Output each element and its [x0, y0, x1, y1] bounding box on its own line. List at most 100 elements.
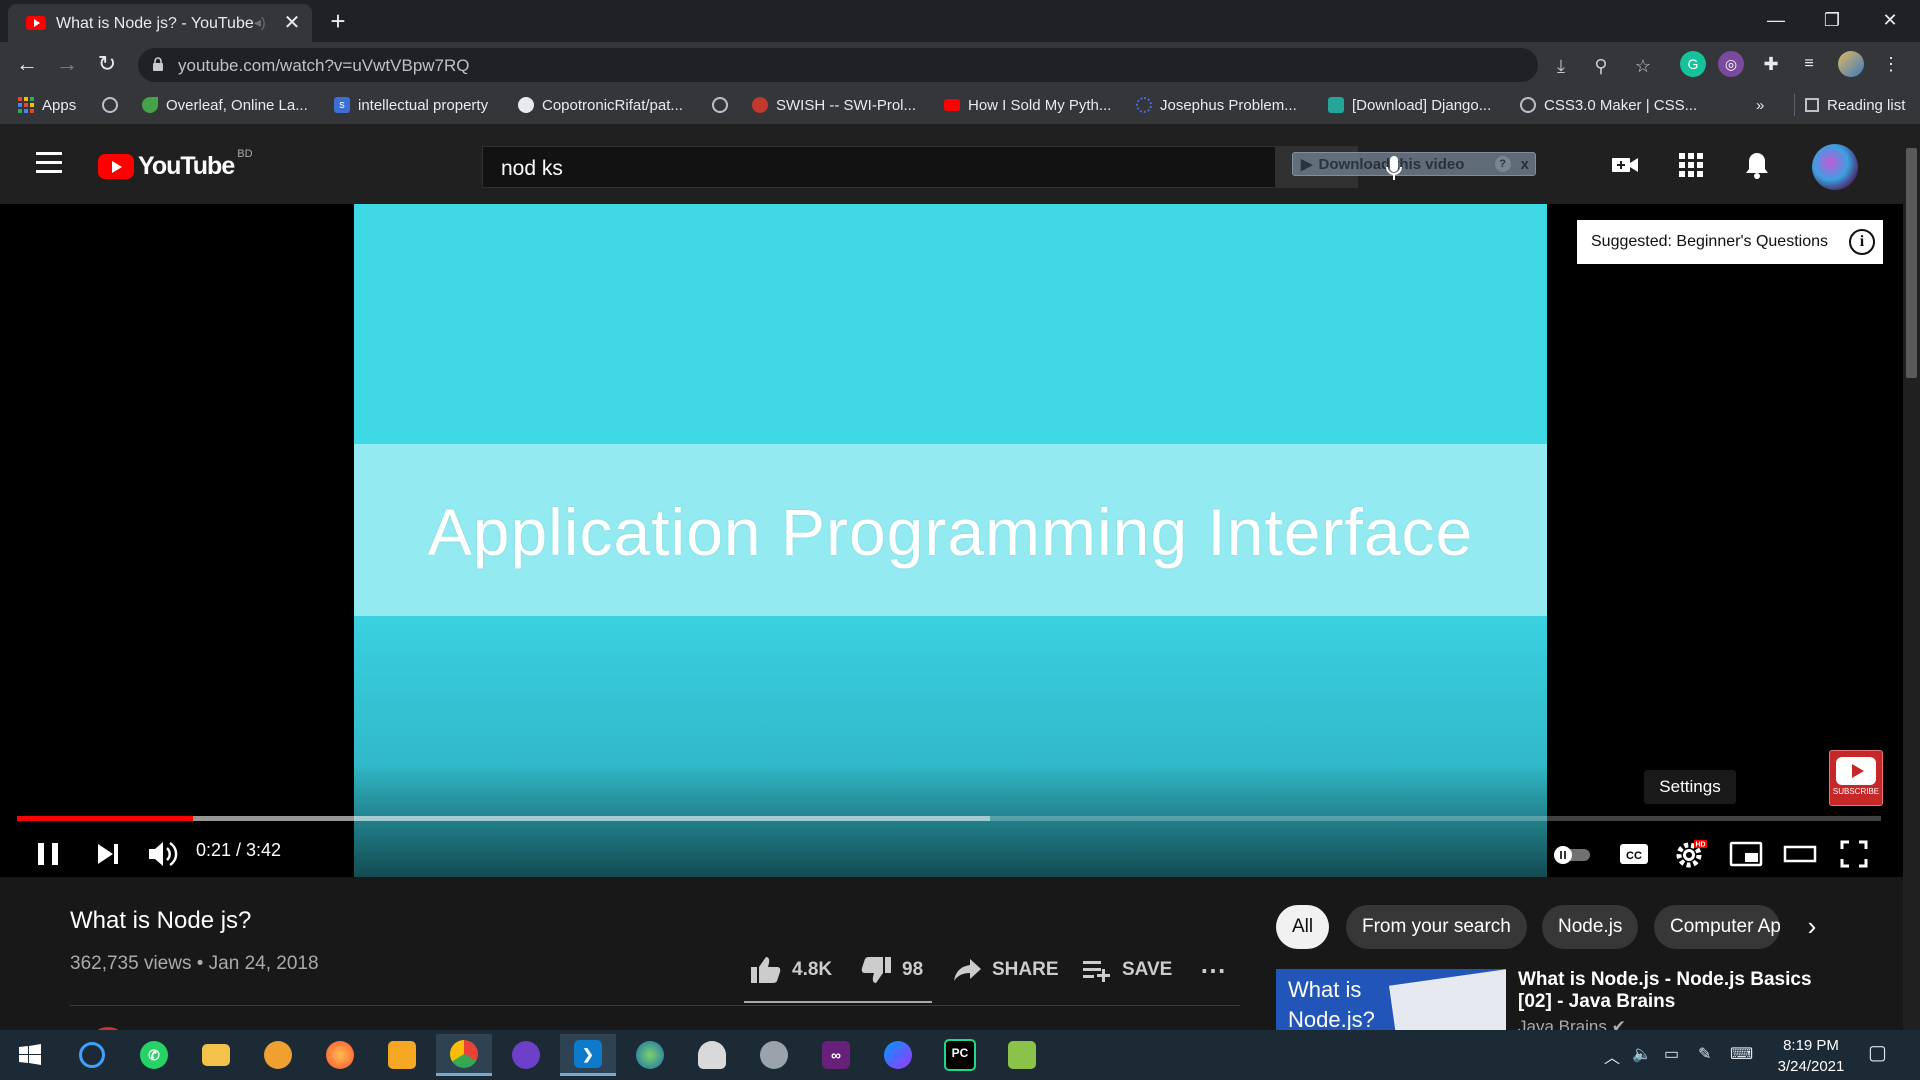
pen-icon[interactable]: ✎ [1698, 1044, 1711, 1064]
save-button[interactable]: SAVE [1082, 953, 1172, 987]
taskbar-app-12[interactable] [746, 1034, 802, 1076]
hamburger-menu-icon[interactable] [36, 152, 62, 174]
taskbar-chrome[interactable] [436, 1034, 492, 1076]
search-input[interactable] [499, 156, 1203, 182]
dislike-button[interactable]: 98 [860, 953, 923, 987]
taskbar-app-6[interactable] [374, 1034, 430, 1076]
bookmark-globe-2[interactable] [712, 94, 728, 116]
bookmark-swish[interactable]: SWISH -- SWI-Prol... [752, 94, 916, 116]
grammarly-extension-icon[interactable]: G [1680, 51, 1706, 77]
time-display: 0:21 / 3:42 [196, 840, 282, 860]
more-actions-icon[interactable]: ⋯ [1200, 953, 1226, 987]
restore-button[interactable]: ❐ [1804, 2, 1860, 38]
help-icon[interactable]: ? [1494, 156, 1511, 172]
bookmark-overleaf[interactable]: Overleaf, Online La... [142, 94, 308, 116]
extensions-puzzle-icon[interactable]: ✚ [1758, 51, 1784, 77]
volume-icon[interactable] [142, 834, 182, 874]
install-icon[interactable]: ⤓ [1550, 56, 1572, 76]
notifications-icon[interactable]: ▢ [1868, 1040, 1887, 1065]
info-icon[interactable]: i [1849, 229, 1875, 255]
tab-audio-icon[interactable]: ◂) [254, 14, 266, 31]
recommended-video-title[interactable]: What is Node.js - Node.js Basics [02] - … [1518, 969, 1818, 1013]
next-video-icon[interactable] [88, 834, 128, 874]
taskbar-app-1[interactable] [64, 1034, 120, 1076]
taskbar-app-10[interactable] [622, 1034, 678, 1076]
bookmark-css-maker[interactable]: CSS3.0 Maker | CSS... [1520, 94, 1697, 116]
more-bookmarks-button[interactable]: » [1756, 94, 1764, 116]
chip-computer-applications[interactable]: Computer Ap [1654, 905, 1780, 949]
bookmark-intellectual-property[interactable]: s intellectual property [334, 94, 488, 116]
extension-icon[interactable]: ◎ [1718, 51, 1744, 77]
scrollbar-thumb[interactable] [1906, 148, 1917, 378]
progress-bar[interactable] [17, 816, 1881, 821]
account-avatar[interactable] [1812, 144, 1858, 190]
reading-list-button[interactable]: Reading list [1794, 94, 1905, 116]
like-button[interactable]: 4.8K [750, 953, 832, 987]
recommended-thumbnail[interactable]: What is Node.js? [1276, 969, 1506, 1030]
chrome-menu-icon[interactable]: ⋮ [1878, 51, 1904, 77]
system-clock[interactable]: 8:19 PM 3/24/2021 [1766, 1035, 1856, 1077]
bookmark-josephus[interactable]: Josephus Problem... [1136, 94, 1297, 116]
chip-from-your-search[interactable]: From your search [1346, 905, 1527, 949]
subscribe-watermark[interactable]: SUBSCRIBE [1829, 750, 1883, 806]
zoom-icon[interactable]: ⚲ [1590, 56, 1612, 76]
profile-avatar[interactable] [1838, 51, 1864, 77]
taskbar-app-4[interactable] [250, 1034, 306, 1076]
video-frame[interactable]: Application Programming Interface [354, 204, 1547, 877]
bookmark-youtube-video[interactable]: How I Sold My Pyth... [944, 94, 1111, 116]
video-player[interactable]: Application Programming Interface Sugges… [0, 204, 1920, 877]
taskbar-visual-studio[interactable]: ∞ [808, 1034, 864, 1076]
apps-grid-icon[interactable] [1676, 150, 1706, 180]
back-button[interactable]: ← [12, 49, 42, 79]
autoplay-toggle[interactable] [1552, 834, 1592, 874]
minimize-button[interactable]: — [1748, 2, 1804, 38]
page-scrollbar[interactable] [1903, 124, 1920, 1030]
suggested-card[interactable]: Suggested: Beginner's Questions i [1577, 220, 1883, 264]
notifications-bell-icon[interactable] [1742, 150, 1772, 180]
create-video-icon[interactable] [1610, 150, 1640, 180]
bookmark-star-icon[interactable]: ☆ [1632, 56, 1654, 76]
close-overlay-icon[interactable]: x [1521, 156, 1529, 173]
reload-button[interactable]: ↻ [92, 49, 122, 79]
taskbar-firefox[interactable] [312, 1034, 368, 1076]
taskbar-file-explorer[interactable] [188, 1034, 244, 1076]
bookmark-django[interactable]: [Download] Django... [1328, 94, 1491, 116]
microphone-icon[interactable] [1386, 154, 1402, 182]
address-bar[interactable]: youtube.com/watch?v=uVwtVBpw7RQ ⤓ ⚲ ☆ [138, 48, 1651, 82]
bookmark-label: Overleaf, Online La... [166, 96, 308, 114]
keyboard-icon[interactable]: ⌨ [1730, 1044, 1753, 1064]
chip-nodejs[interactable]: Node.js [1542, 905, 1639, 949]
forward-button[interactable]: → [52, 49, 82, 79]
chevron-right-icon[interactable]: › [1790, 905, 1834, 949]
bookmark-github[interactable]: CopotronicRifat/pat... [518, 94, 683, 116]
start-button[interactable] [2, 1034, 58, 1076]
taskbar-app-16[interactable] [994, 1034, 1050, 1076]
new-tab-button[interactable]: + [324, 8, 352, 36]
youtube-logo[interactable]: YouTube BD [98, 148, 253, 181]
bookmark-globe[interactable] [102, 94, 118, 116]
network-icon[interactable]: ▭ [1664, 1044, 1679, 1064]
close-window-button[interactable]: ✕ [1862, 2, 1918, 38]
show-hidden-icons-chevron-icon[interactable]: ︿ [1604, 1044, 1620, 1068]
taskbar-whatsapp[interactable]: ✆ [126, 1034, 182, 1076]
recommended-channel[interactable]: Java Brains ✔ [1518, 1017, 1626, 1030]
share-button[interactable]: SHARE [952, 953, 1059, 987]
speaker-icon[interactable]: 🔈 [1632, 1044, 1652, 1064]
theater-mode-icon[interactable] [1780, 834, 1820, 874]
media-control-icon[interactable]: ≡ [1796, 51, 1822, 77]
closed-captions-icon[interactable]: CC [1614, 834, 1654, 874]
fullscreen-icon[interactable] [1834, 834, 1874, 874]
settings-gear-icon[interactable]: HD [1670, 834, 1710, 874]
taskbar-github-desktop[interactable] [498, 1034, 554, 1076]
taskbar-vscode[interactable]: ❯ [560, 1034, 616, 1076]
pause-icon[interactable] [28, 834, 68, 874]
browser-tab[interactable]: What is Node js? - YouTube ◂) ✕ [8, 4, 312, 42]
download-video-overlay[interactable]: ▶ Download this video ? x [1292, 152, 1536, 176]
taskbar-messenger[interactable] [870, 1034, 926, 1076]
chip-all[interactable]: All [1276, 905, 1330, 949]
taskbar-pycharm[interactable]: PC [932, 1034, 988, 1076]
bookmark-apps[interactable]: Apps [18, 94, 76, 116]
tab-close-icon[interactable]: ✕ [280, 11, 304, 35]
miniplayer-icon[interactable] [1726, 834, 1766, 874]
taskbar-app-11[interactable] [684, 1034, 740, 1076]
